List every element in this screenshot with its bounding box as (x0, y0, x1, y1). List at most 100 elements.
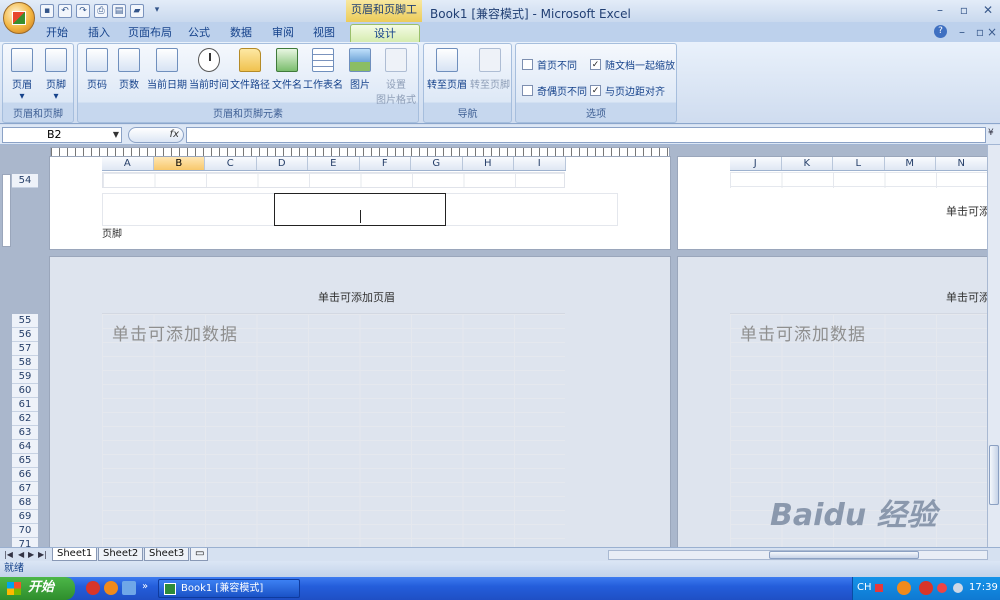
ribbon-minimize-icon[interactable]: – (952, 25, 972, 39)
name-box[interactable]: B2 ▼ (2, 127, 122, 143)
browser-icon[interactable] (104, 581, 118, 595)
row-54-cells[interactable] (102, 172, 565, 188)
office-button[interactable] (3, 2, 35, 34)
browser-tray-icon[interactable] (897, 581, 911, 595)
row-number[interactable]: 66 (12, 468, 38, 482)
tab-review[interactable]: 审阅 (272, 24, 294, 42)
row-number[interactable]: 56 (12, 328, 38, 342)
row-number[interactable]: 71 (12, 538, 38, 547)
column-header[interactable]: C (205, 157, 257, 170)
redo-icon[interactable]: ↷ (76, 4, 90, 18)
tab-insert[interactable]: 插入 (88, 24, 110, 42)
tab-design[interactable]: 设计 (350, 24, 420, 42)
taskbar-excel-window[interactable]: Book1 [兼容模式] (158, 579, 300, 598)
minimize-icon[interactable]: – (930, 3, 950, 17)
checkbox-checked[interactable]: ✓ (590, 85, 601, 96)
goto-header-button[interactable]: 转至页眉 (426, 48, 468, 91)
row-number[interactable]: 62 (12, 412, 38, 426)
sheet-tab-3[interactable]: Sheet3 (144, 548, 190, 561)
more-icon[interactable]: » (142, 581, 148, 592)
goto-footer-button[interactable]: 转至页脚 (469, 48, 511, 91)
vertical-scrollbar[interactable] (987, 145, 1000, 547)
data-hint-right[interactable]: 单击可添加数据 (740, 320, 866, 345)
row-number[interactable]: 61 (12, 398, 38, 412)
current-time-button[interactable]: 当前时间 (188, 48, 230, 91)
right-header-hint[interactable]: 单击可添 (946, 289, 990, 305)
column-header[interactable]: D (257, 157, 308, 170)
row-number[interactable]: 59 (12, 370, 38, 384)
row-number[interactable]: 70 (12, 524, 38, 538)
tray-app-icon[interactable] (937, 583, 947, 593)
column-header[interactable]: G (411, 157, 463, 170)
option-align-margins[interactable]: ✓ 与页边距对齐 (590, 83, 665, 98)
formula-input[interactable] (186, 127, 986, 143)
column-header[interactable]: L (833, 157, 885, 170)
row-number[interactable]: 57 (12, 342, 38, 356)
file-path-button[interactable]: 文件路径 (230, 48, 270, 91)
sheet-tab-1[interactable]: Sheet1 (52, 548, 98, 561)
first-sheet-icon[interactable]: |◀ (4, 549, 13, 561)
column-header-selected[interactable]: B (153, 157, 205, 170)
row-number[interactable]: 68 (12, 496, 38, 510)
page-number-button[interactable]: 页码 (82, 48, 112, 91)
tab-view[interactable]: 视图 (313, 24, 335, 42)
column-header[interactable]: H (463, 157, 514, 170)
current-date-button[interactable]: 当前日期 (146, 48, 188, 91)
checkbox-checked[interactable]: ✓ (590, 59, 601, 70)
row-number[interactable]: 60 (12, 384, 38, 398)
close-icon[interactable]: ✕ (978, 3, 998, 17)
volume-icon[interactable] (953, 583, 963, 593)
file-name-button[interactable]: 文件名 (271, 48, 303, 91)
right-footer-hint[interactable]: 单击可添 (946, 203, 990, 219)
next-sheet-icon[interactable]: ▶ (28, 549, 34, 561)
option-different-first-page[interactable]: 首页不同 (522, 57, 577, 72)
save-icon[interactable]: ▪ (40, 4, 54, 18)
print-preview-icon[interactable]: ⎙ (94, 4, 108, 18)
row-number[interactable]: 67 (12, 482, 38, 496)
open-icon[interactable]: ▰ (130, 4, 144, 18)
column-header[interactable]: A (102, 157, 154, 170)
expand-formula-icon[interactable]: ¥ (988, 128, 994, 138)
header-hint[interactable]: 单击可添加页眉 (318, 289, 395, 305)
tray-app-icon[interactable] (919, 581, 933, 595)
customize-toolbar-icon[interactable]: ▾ (150, 4, 164, 18)
data-hint[interactable]: 单击可添加数据 (112, 320, 238, 345)
row-54-cells-right[interactable] (730, 172, 988, 188)
scroll-thumb[interactable] (989, 445, 999, 505)
footer-button[interactable]: 页脚 ▾ (41, 48, 71, 102)
last-sheet-icon[interactable]: ▶| (38, 549, 47, 561)
tab-home[interactable]: 开始 (46, 24, 68, 42)
footer-center-input[interactable] (274, 193, 446, 226)
option-different-odd-even[interactable]: 奇偶页不同 (522, 83, 587, 98)
sheet-tab-2[interactable]: Sheet2 (98, 548, 144, 561)
cell-grid-left[interactable] (102, 313, 565, 547)
format-picture-button[interactable]: 设置 图片格式 (376, 48, 416, 106)
workbook-close-icon[interactable]: × (986, 25, 998, 39)
column-header[interactable]: E (308, 157, 360, 170)
quicklaunch-app-icon[interactable] (86, 581, 100, 595)
row-number[interactable]: 65 (12, 454, 38, 468)
start-button[interactable]: 开始 (0, 577, 75, 600)
column-header[interactable]: M (885, 157, 936, 170)
column-header[interactable]: K (782, 157, 833, 170)
tab-formulas[interactable]: 公式 (188, 24, 210, 42)
checkbox[interactable] (522, 85, 533, 96)
column-header[interactable]: N (936, 157, 988, 170)
column-header[interactable]: I (514, 157, 566, 170)
column-header[interactable]: J (730, 157, 782, 170)
quick-print-icon[interactable]: ▤ (112, 4, 126, 18)
column-header[interactable]: F (360, 157, 411, 170)
undo-icon[interactable]: ↶ (58, 4, 72, 18)
chevron-down-icon[interactable]: ▼ (113, 128, 119, 142)
option-scale-with-document[interactable]: ✓ 随文档一起缩放 (590, 57, 675, 72)
insert-function-button[interactable]: fx (128, 127, 184, 143)
row-number[interactable]: 69 (12, 510, 38, 524)
sheet-name-button[interactable]: 工作表名 (303, 48, 343, 91)
picture-button[interactable]: 图片 (345, 48, 375, 91)
row-header[interactable]: 54 (12, 174, 38, 188)
tab-data[interactable]: 数据 (230, 24, 252, 42)
row-number[interactable]: 55 (12, 314, 38, 328)
row-number[interactable]: 64 (12, 440, 38, 454)
checkbox[interactable] (522, 59, 533, 70)
row-number[interactable]: 58 (12, 356, 38, 370)
